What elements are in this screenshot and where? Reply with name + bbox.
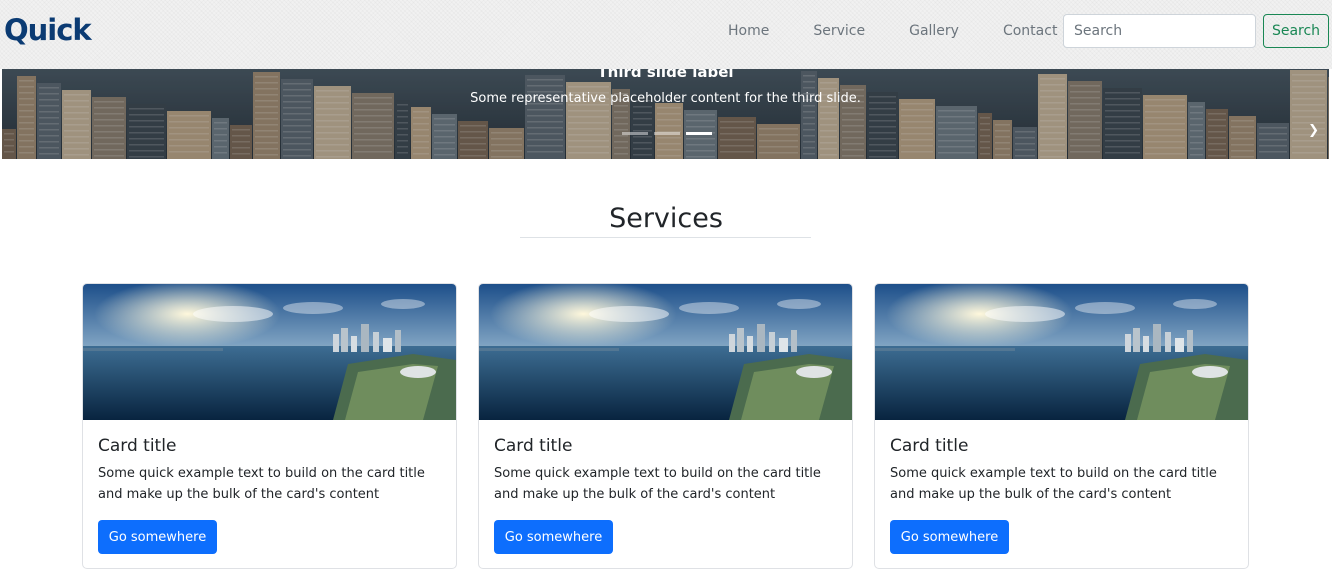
carousel-indicator-1[interactable]	[622, 132, 648, 135]
card-image	[479, 284, 852, 420]
card-title: Card title	[98, 436, 177, 456]
carousel-caption-text: Some representative placeholder content …	[470, 91, 861, 106]
service-card-1: Card title Some quick example text to bu…	[82, 283, 457, 569]
go-somewhere-button[interactable]: Go somewhere	[494, 520, 613, 554]
card-image	[83, 284, 456, 420]
brand-logo[interactable]: Quick	[4, 12, 92, 48]
go-somewhere-button[interactable]: Go somewhere	[98, 520, 217, 554]
nav-links: Home Service Gallery Contact	[706, 16, 1079, 46]
services-heading: Services	[609, 203, 723, 234]
card-body: Card title Some quick example text to bu…	[98, 420, 441, 554]
carousel-indicator-3[interactable]	[686, 132, 712, 135]
card-title: Card title	[890, 436, 969, 456]
carousel-slide-image	[2, 69, 1329, 159]
nav-link-service[interactable]: Service	[791, 16, 887, 46]
carousel-caption-title: Third slide label	[597, 69, 734, 81]
search-input[interactable]	[1063, 14, 1256, 48]
card-title: Card title	[494, 436, 573, 456]
service-card-3: Card title Some quick example text to bu…	[874, 283, 1249, 569]
card-body: Card title Some quick example text to bu…	[494, 420, 837, 554]
nav-link-gallery[interactable]: Gallery	[887, 16, 981, 46]
brand-name[interactable]: Quick	[4, 12, 92, 48]
card-text: Some quick example text to build on the …	[98, 466, 425, 502]
card-body: Card title Some quick example text to bu…	[890, 420, 1233, 554]
carousel-indicator-2[interactable]	[654, 132, 680, 135]
service-card-2: Card title Some quick example text to bu…	[478, 283, 853, 569]
nav-link-home[interactable]: Home	[706, 16, 791, 46]
services-divider	[520, 237, 811, 238]
search-button[interactable]: Search	[1263, 14, 1329, 48]
chevron-right-icon[interactable]: ❯	[1308, 123, 1319, 138]
go-somewhere-button[interactable]: Go somewhere	[890, 520, 1009, 554]
hero-carousel: Third slide label Some representative pl…	[2, 69, 1329, 159]
card-text: Some quick example text to build on the …	[890, 466, 1217, 502]
navbar: Quick Home Service Gallery Contact Searc…	[0, 0, 1332, 69]
card-image	[875, 284, 1248, 420]
card-text: Some quick example text to build on the …	[494, 466, 821, 502]
carousel-indicators	[622, 132, 712, 135]
